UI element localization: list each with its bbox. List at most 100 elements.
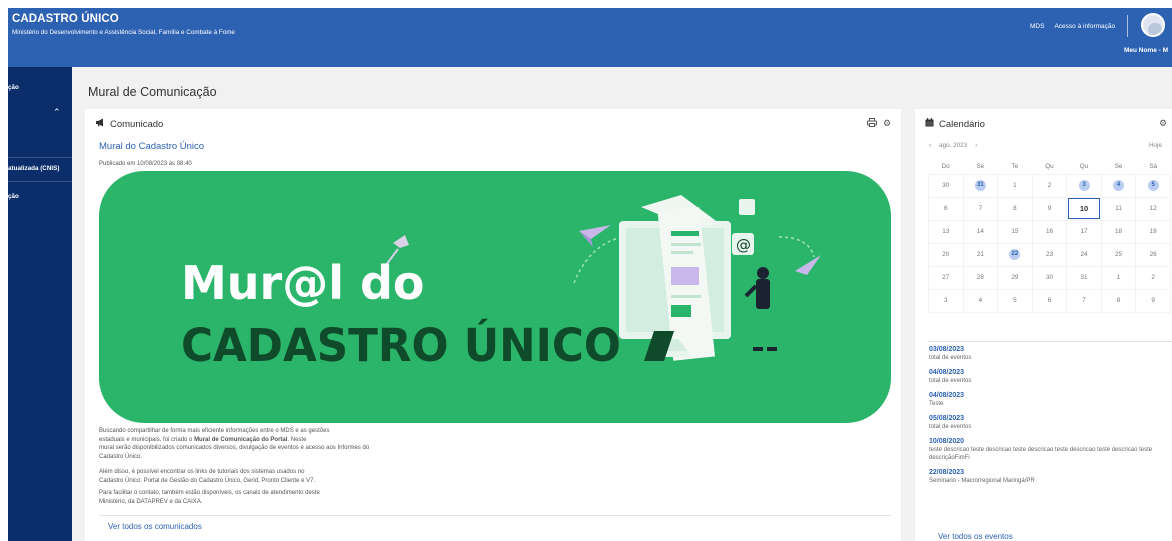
day-number: 8 (1013, 205, 1017, 212)
comunicado-header: Comunicado (95, 118, 163, 130)
day-cell[interactable]: 27 (928, 265, 964, 290)
body-text-line: Ministério, da DATAPREV e da CAIXA. (99, 498, 203, 505)
week-row: 20 21 22 23 24 25 26 (928, 242, 1171, 267)
body-paragraph-2: Além disso, é possível encontrar os link… (99, 468, 519, 485)
day-number: 16 (1045, 228, 1053, 235)
chevron-left-icon[interactable]: ‹ (929, 142, 931, 149)
day-cell[interactable]: 1 (997, 173, 1033, 198)
svg-text:@: @ (736, 236, 751, 254)
day-number: 30 (942, 182, 950, 189)
day-cell[interactable]: 4 (1100, 173, 1137, 198)
banner-title-line2: CADASTRO ÚNICO (181, 319, 621, 372)
calendar-icon (925, 118, 934, 130)
day-number: 24 (1080, 251, 1088, 258)
day-cell[interactable]: 24 (1066, 242, 1102, 267)
day-cell[interactable]: 6 (928, 196, 964, 221)
day-cell[interactable]: 3 (1066, 173, 1102, 198)
day-cell[interactable]: 2 (1135, 265, 1171, 290)
day-number: 9 (1047, 205, 1052, 212)
header-divider (1127, 15, 1128, 37)
day-cell[interactable]: 13 (928, 219, 964, 244)
avatar[interactable] (1141, 13, 1165, 37)
see-all-events-link[interactable]: Ver todos os eventos (938, 532, 1013, 541)
day-cell[interactable]: 2 (1031, 173, 1068, 198)
week-row: 30 31 1 2 3 4 5 (928, 173, 1171, 198)
day-cell[interactable]: 21 (962, 242, 999, 267)
calendar-title: Calendário (939, 118, 985, 130)
sidebar-item-3[interactable]: ção (8, 193, 19, 200)
brand-title[interactable]: CADASTRO ÚNICO (12, 13, 119, 25)
day-cell[interactable]: 8 (1100, 288, 1137, 313)
calendar-nav: ‹ ago. 2023 › (929, 142, 977, 149)
event-date: 05/08/2023 (929, 415, 965, 422)
brand-subtitle: Ministério do Desenvolvimento e Assistên… (12, 29, 235, 36)
day-cell[interactable]: 28 (962, 265, 999, 290)
day-number: 1 (1116, 274, 1121, 281)
day-cell[interactable]: 4 (962, 288, 999, 313)
event-item[interactable]: 04/08/2023 Teste (929, 391, 1171, 408)
day-cell[interactable]: 30 (1031, 265, 1068, 290)
day-number: 9 (1151, 297, 1155, 304)
day-cell[interactable]: 31 (1066, 265, 1102, 290)
day-cell[interactable]: 15 (997, 219, 1033, 244)
day-cell[interactable]: 19 (1135, 219, 1171, 244)
day-number: 4 (978, 297, 983, 304)
event-item[interactable]: 10/08/2020 teste descricao teste descric… (929, 437, 1171, 462)
day-cell[interactable]: 31 (962, 173, 999, 198)
day-cell[interactable]: 5 (1135, 173, 1171, 198)
print-icon[interactable] (867, 118, 877, 129)
gear-icon[interactable]: ⚙ (883, 118, 891, 129)
day-cell[interactable]: 17 (1066, 219, 1102, 244)
user-name[interactable]: Meu Nome - M (1124, 47, 1168, 54)
day-cell[interactable]: 14 (962, 219, 999, 244)
sidebar-item-cnis[interactable]: atualizada (CNIS) (8, 165, 59, 172)
day-cell[interactable]: 29 (997, 265, 1033, 290)
event-date: 04/08/2023 (929, 392, 965, 399)
day-number: 23 (1045, 251, 1053, 258)
day-cell[interactable]: 20 (928, 242, 964, 267)
day-cell[interactable]: 25 (1100, 242, 1137, 267)
day-cell[interactable]: 16 (1031, 219, 1068, 244)
link-mds[interactable]: MDS (1030, 23, 1044, 30)
event-item[interactable]: 04/08/2023 total de eventos (929, 368, 1171, 385)
chevron-up-icon[interactable]: ⌃ (53, 107, 61, 118)
day-cell[interactable]: 6 (1031, 288, 1068, 313)
day-cell[interactable]: 23 (1031, 242, 1068, 267)
day-cell[interactable]: 18 (1100, 219, 1137, 244)
day-cell[interactable]: 3 (928, 288, 964, 313)
sidebar-item-1[interactable]: ção (8, 84, 19, 91)
event-list: 03/08/2023 total de eventos 04/08/2023 t… (929, 345, 1171, 491)
day-cell[interactable]: 26 (1135, 242, 1171, 267)
body-text-bold: Mural de Comunicação do Portal (194, 436, 288, 443)
day-number: 6 (944, 205, 948, 212)
day-number: 7 (1082, 297, 1086, 304)
day-cell[interactable]: 7 (1066, 288, 1102, 313)
day-cell[interactable]: 8 (997, 196, 1033, 221)
day-cell[interactable]: 9 (1031, 196, 1068, 221)
day-cell[interactable]: 5 (997, 288, 1033, 313)
event-item[interactable]: 22/08/2023 Seminario - Macrorregional Ma… (929, 468, 1171, 485)
day-cell[interactable]: 9 (1135, 288, 1171, 313)
day-cell[interactable]: 11 (1100, 196, 1137, 221)
day-cell[interactable]: 7 (962, 196, 999, 221)
day-cell[interactable]: 12 (1135, 196, 1171, 221)
banner-title-line1: Mur@l do (181, 256, 425, 310)
day-number-event: 4 (1113, 180, 1125, 191)
day-cell[interactable]: 22 (997, 242, 1033, 267)
event-item[interactable]: 05/08/2023 total de eventos (929, 414, 1171, 431)
day-cell[interactable]: 1 (1100, 265, 1137, 290)
event-item[interactable]: 03/08/2023 total de eventos (929, 345, 1171, 362)
event-description: Seminario - Macrorregional Maringá/PR (929, 478, 1035, 484)
day-number: 28 (976, 274, 984, 281)
day-cell[interactable]: 30 (928, 173, 964, 198)
day-cell-today[interactable]: 10 (1066, 196, 1102, 221)
weekday-label: Qu (1045, 162, 1054, 170)
see-all-comunicados-link[interactable]: Ver todos os comunicados (108, 522, 202, 531)
chevron-right-icon[interactable]: › (975, 142, 977, 149)
gear-icon[interactable]: ⚙ (1159, 118, 1167, 129)
today-button[interactable]: Hoje (1149, 142, 1162, 149)
banner-image: Mur@l do CADASTRO ÚNICO @ (99, 171, 891, 423)
post-title[interactable]: Mural do Cadastro Único (99, 141, 204, 152)
link-acesso-informacao[interactable]: Acesso à informação (1054, 23, 1115, 30)
day-number: 30 (1045, 274, 1053, 281)
